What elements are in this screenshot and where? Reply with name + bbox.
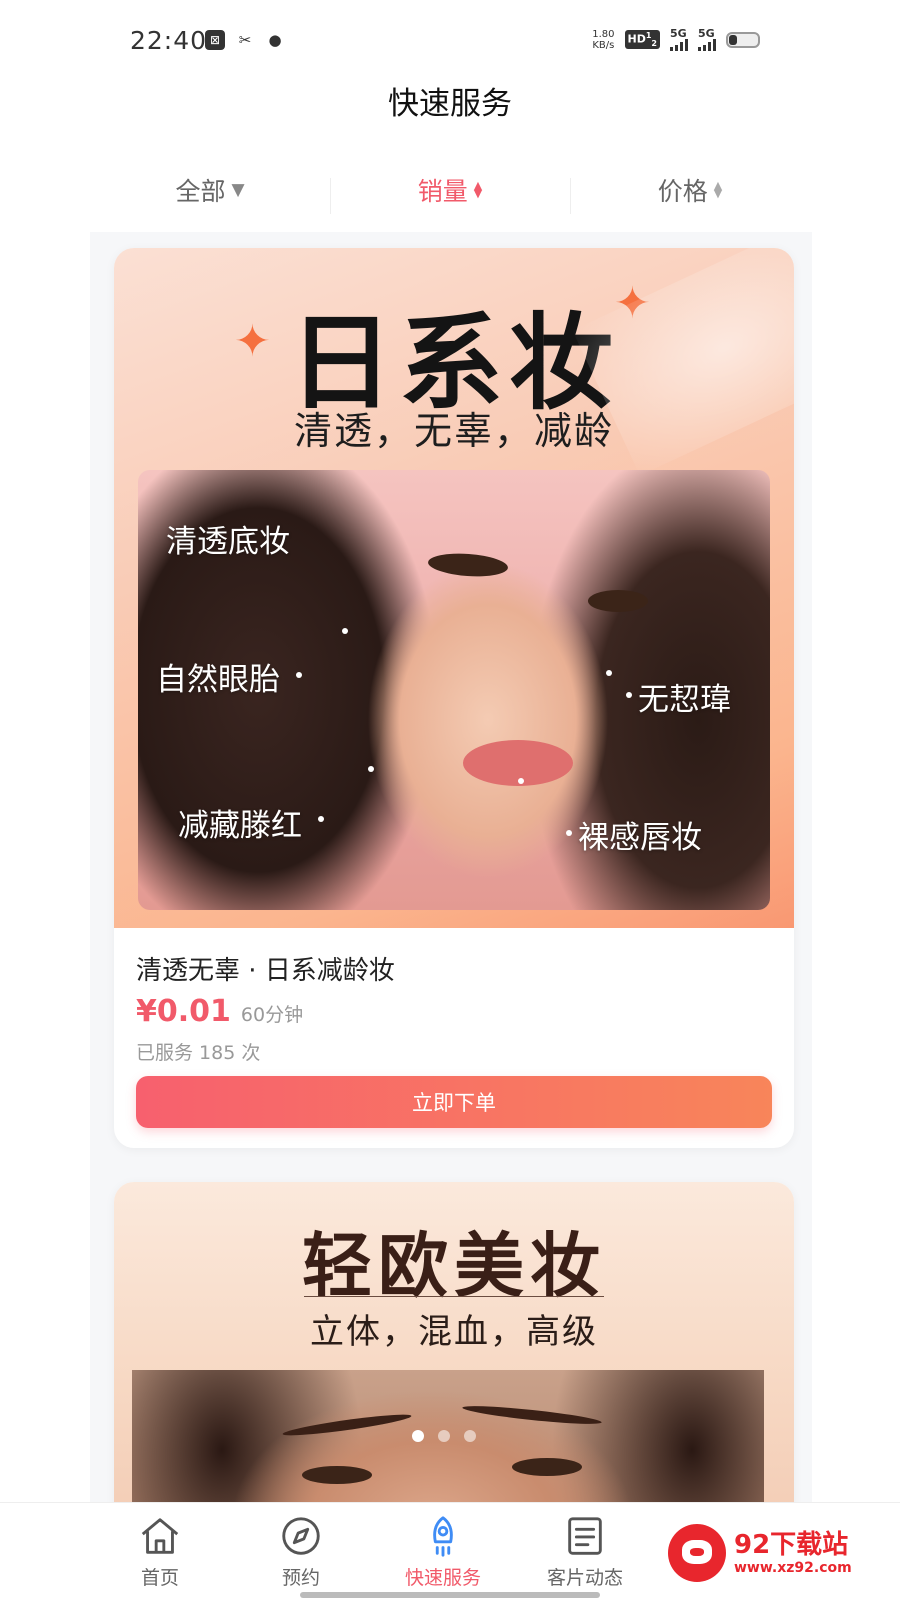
nav-quick-service[interactable]: 快速服务 xyxy=(383,1513,503,1590)
photo-label: 裸感唇妆 xyxy=(578,820,702,856)
nav-home-label: 首页 xyxy=(140,1567,179,1589)
battery-icon xyxy=(726,31,760,48)
document-icon xyxy=(525,1513,645,1563)
carousel-dot[interactable] xyxy=(412,1430,424,1442)
service-banner: ✦ ✦ 日系妆 清透，无辜，减龄 清透底妆 自然眼胎 无恝瑋 减藏滕红 裸感唇妆 xyxy=(114,248,794,928)
photo-label: 自然眼胎 xyxy=(156,662,280,698)
home-icon xyxy=(100,1513,220,1563)
service-price: ¥0.01 xyxy=(136,994,231,1029)
photo-label: 清透底妆 xyxy=(166,524,290,560)
hd-label: HD xyxy=(627,32,646,46)
nav-client-feed-label: 客片动态 xyxy=(546,1567,623,1589)
status-icons-right: 1.80 KB/s HD12 5G 5G xyxy=(592,28,760,51)
nav-booking[interactable]: 预约 xyxy=(241,1513,361,1590)
sim1-label: 5G xyxy=(670,27,687,40)
status-bar: 22:40 ⊠ ✂ ● 1.80 KB/s HD12 5G 5G xyxy=(0,0,900,84)
filter-bar: 全部 ▼ 销量 ▲ ▼ 价格 ▲ ▼ xyxy=(90,162,810,218)
service-duration: 60分钟 xyxy=(240,1004,304,1026)
order-now-button[interactable]: 立即下单 xyxy=(136,1076,772,1128)
signal-icon-sim1: 5G xyxy=(670,28,688,51)
status-icons-left: ⊠ ✂ ● xyxy=(205,30,285,50)
banner-subtitle: 立体，混血，高级 xyxy=(310,1312,598,1352)
network-speed-value: 1.80 xyxy=(592,28,615,40)
banner-subtitle: 清透，无辜，减龄 xyxy=(293,409,614,453)
filter-price[interactable]: 价格 ▲ ▼ xyxy=(570,172,810,214)
network-speed: 1.80 KB/s xyxy=(592,29,614,51)
service-list[interactable]: ✦ ✦ 日系妆 清透，无辜，减龄 清透底妆 自然眼胎 无恝瑋 减藏滕红 裸感唇妆 xyxy=(90,232,812,1502)
chat-icon: ● xyxy=(268,31,282,49)
sort-icon: ▲ ▼ xyxy=(473,179,483,200)
sort-icon: ▲ ▼ xyxy=(713,179,723,200)
filter-all-label: 全部 xyxy=(175,177,226,206)
filter-sales-label: 销量 xyxy=(417,177,468,206)
carousel-dot[interactable] xyxy=(464,1430,476,1442)
price-row: ¥0.01 60分钟 xyxy=(136,994,303,1029)
rocket-icon xyxy=(383,1513,503,1563)
nav-home[interactable]: 首页 xyxy=(100,1513,220,1590)
page-title: 快速服务 xyxy=(388,86,512,122)
hd-sub: 2 xyxy=(651,38,657,48)
service-card[interactable]: ✦ ✦ 日系妆 清透，无辜，减龄 清透底妆 自然眼胎 无恝瑋 减藏滕红 裸感唇妆 xyxy=(114,248,794,1148)
watermark-text: 92下载站 xyxy=(734,1530,849,1560)
served-count: 已服务 185 次 xyxy=(136,1042,261,1064)
hd-icon: HD12 xyxy=(624,30,660,49)
nav-client-feed[interactable]: 客片动态 xyxy=(525,1513,645,1590)
home-indicator[interactable] xyxy=(300,1592,600,1598)
service-banner: 轻欧美妆 立体，混血，高级 xyxy=(114,1182,794,1502)
carousel-indicator[interactable] xyxy=(412,1430,476,1442)
nav-booking-label: 预约 xyxy=(281,1567,320,1589)
service-info: 清透无辜 · 日系减龄妆 ¥0.01 60分钟 已服务 185 次 立即下单 xyxy=(114,928,794,1148)
banner-divider xyxy=(304,1296,604,1297)
service-name: 清透无辜 · 日系减龄妆 xyxy=(136,956,395,986)
filter-sales[interactable]: 销量 ▲ ▼ xyxy=(330,172,570,214)
service-card[interactable]: 轻欧美妆 立体，混血，高级 xyxy=(114,1182,794,1502)
chevron-down-icon: ▼ xyxy=(231,180,245,200)
nav-quick-service-label: 快速服务 xyxy=(404,1567,481,1589)
watermark-logo-icon xyxy=(668,1524,726,1582)
network-speed-unit: KB/s xyxy=(592,39,615,51)
tools-icon: ✂ xyxy=(238,31,252,49)
compass-icon xyxy=(241,1513,361,1563)
filter-all[interactable]: 全部 ▼ xyxy=(90,172,330,208)
photo-label: 减藏滕红 xyxy=(178,808,302,844)
filter-price-label: 价格 xyxy=(657,177,708,206)
status-time: 22:40 xyxy=(130,26,208,55)
carousel-dot[interactable] xyxy=(438,1430,450,1442)
watermark-url: www.xz92.com xyxy=(734,1560,852,1576)
watermark: 92下载站 www.xz92.com xyxy=(668,1516,890,1590)
photo-label: 无恝瑋 xyxy=(638,682,731,718)
app-icon: ⊠ xyxy=(205,30,225,50)
sim2-label: 5G xyxy=(698,27,715,40)
signal-icon-sim2: 5G xyxy=(698,28,716,51)
model-photo: 清透底妆 自然眼胎 无恝瑋 减藏滕红 裸感唇妆 xyxy=(138,470,770,910)
